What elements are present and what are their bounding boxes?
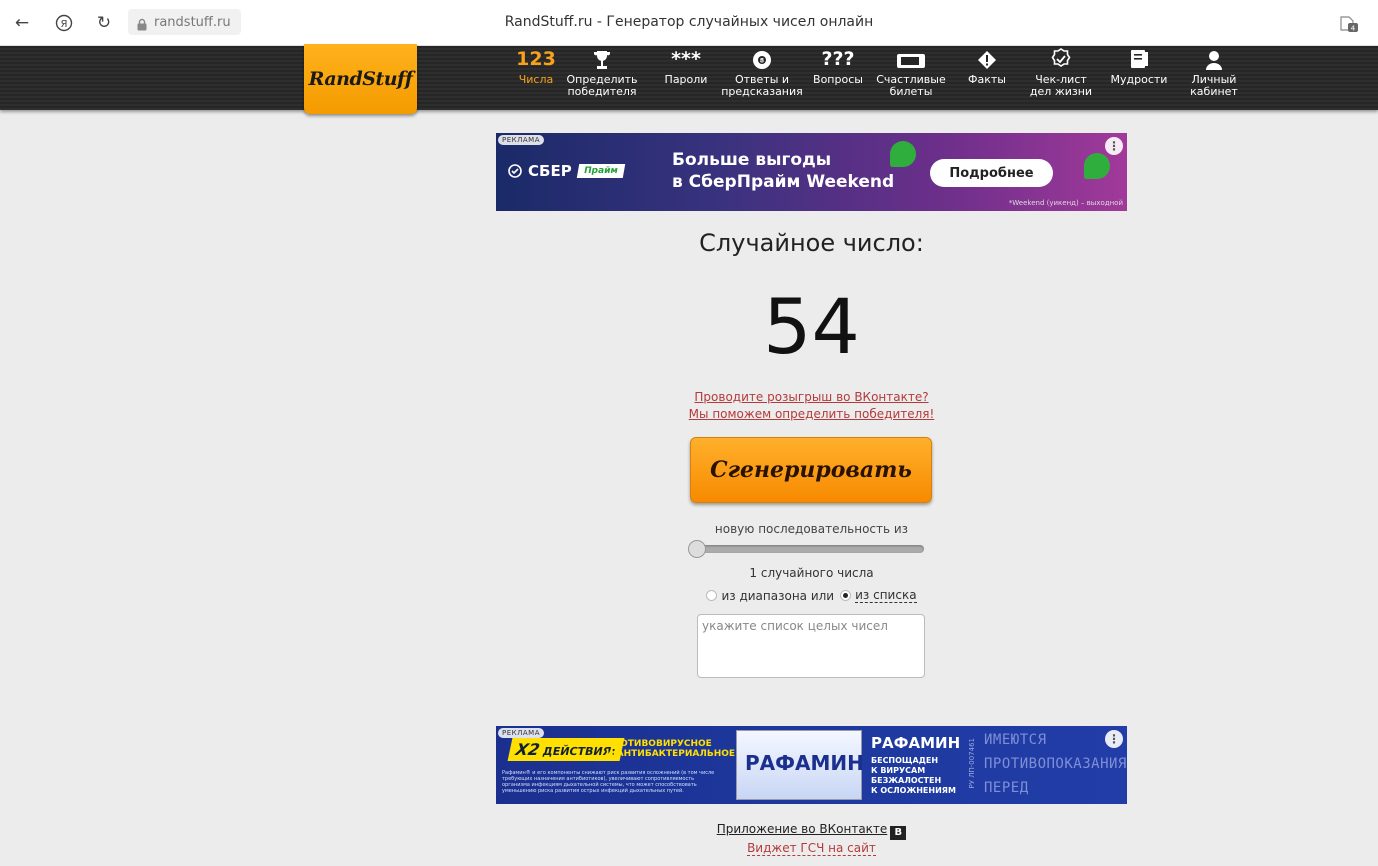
ad-brand: РАФАМИН (871, 734, 961, 752)
ad-decor-shape (1084, 153, 1110, 179)
magic-ball-icon: 8 (752, 46, 772, 70)
ad-note: *Weekend (уикенд) – выходной (1008, 199, 1123, 207)
mode-selector: из диапазона или из списка (496, 588, 1127, 603)
nav-tickets[interactable]: Счастливые билеты (876, 46, 946, 110)
site-logo[interactable]: RandStuff (304, 44, 417, 114)
ad-details-button[interactable]: Подробнее (930, 159, 1053, 187)
radio-range[interactable] (706, 590, 718, 601)
ad-warning: ИМЕЮТСЯ ПРОТИВОПОКАЗАНИЯ ПЕРЕД ПРИМЕНЕНИ… (984, 732, 1127, 796)
nav-facts[interactable]: Факты (962, 46, 1012, 110)
ad-banner-top[interactable]: РЕКЛАМА ⋮ СБЕР Прайм Больше выгоды в Сбе… (496, 133, 1127, 211)
nav-label: Счастливые билеты (876, 73, 946, 98)
nav-label: Мудрости (1110, 73, 1168, 86)
ad-slogan: БЕСПОЩАДЕН К ВИРУСАМ БЕЗЖАЛОСТЕН К ОСЛОЖ… (871, 756, 956, 795)
extension-icon[interactable]: 4 (1338, 13, 1360, 33)
nav-label: Факты (968, 73, 1006, 86)
vk-icon: В (890, 826, 907, 840)
numbers-icon: 123 (516, 48, 556, 70)
nav-label: Определить победителя (566, 73, 638, 98)
ticket-icon (896, 46, 926, 70)
address-bar[interactable]: randstuff.ru (128, 9, 241, 35)
site-navbar: 123 Числа Определить победителя *** Паро… (0, 46, 1378, 110)
slider-handle[interactable] (688, 540, 706, 558)
address-text: randstuff.ru (154, 14, 231, 30)
nav-label: Чек-лист дел жизни (1029, 73, 1093, 98)
sequence-label: новую последовательность из (714, 522, 909, 536)
nav-winner[interactable]: Определить победителя (566, 46, 638, 110)
nav-label: Ответы и предсказания (721, 73, 803, 98)
count-label: 1 случайного числа (749, 566, 874, 580)
generate-button[interactable]: Сгенерировать (690, 437, 932, 503)
count-slider[interactable] (688, 540, 924, 558)
widget-link[interactable]: Виджет ГСЧ на сайт (747, 841, 876, 856)
nav-label: Пароли (664, 73, 708, 86)
questions-icon: ??? (821, 48, 855, 70)
lock-icon (136, 16, 148, 30)
nav-label: Вопросы (813, 73, 863, 86)
mode-range-label[interactable]: из диапазона или (721, 589, 834, 603)
radio-list[interactable] (840, 590, 852, 601)
svg-text:Я: Я (61, 19, 68, 30)
ad-headline: ПРОТИВОВИРУСНОЕ И АНТИБАКТЕРИАЛЬНОЕ (606, 739, 736, 759)
trophy-icon (594, 46, 610, 70)
ad-banner-bottom[interactable]: РЕКЛАМА ⋮ X2 ДЕЙСТВИЯ: ПРОТИВОВИРУСНОЕ И… (496, 726, 1127, 804)
nav-account[interactable]: Личный кабинет (1186, 46, 1242, 110)
browser-toolbar: ← Я ↻ randstuff.ru RandStuff.ru - Генера… (0, 0, 1378, 46)
back-icon[interactable]: ← (10, 11, 34, 35)
asterisks-icon: *** (671, 48, 701, 70)
vk-winner-link[interactable]: Мы поможем определить победителя! (496, 407, 1127, 421)
number-list-input[interactable] (697, 614, 925, 678)
random-number: 54 (763, 282, 860, 371)
exclamation-icon (977, 46, 997, 70)
nav-questions[interactable]: ??? Вопросы (812, 46, 864, 110)
check-icon (1050, 46, 1072, 70)
nav-label: Личный кабинет (1190, 73, 1238, 98)
ad-menu-icon[interactable]: ⋮ (1105, 137, 1123, 155)
vk-app-row: Приложение во ВКонтакте В (496, 822, 1127, 840)
svg-text:4: 4 (1351, 25, 1356, 33)
book-icon (1128, 46, 1150, 70)
vk-app-link[interactable]: Приложение во ВКонтакте (717, 822, 888, 836)
nav-label: Числа (518, 73, 554, 86)
ad-headline: Больше выгоды в СберПрайм Weekend (672, 150, 895, 192)
ad-fine-print: Рафамин® и его компоненты снижают риск р… (502, 770, 715, 794)
yandex-icon[interactable]: Я (52, 11, 76, 35)
result-heading: Случайное число: (699, 229, 924, 257)
sber-check-icon (508, 164, 522, 178)
ad-registration: РУ ЛП-007461 (968, 738, 976, 789)
widget-row: Виджет ГСЧ на сайт (496, 841, 1127, 856)
svg-text:8: 8 (760, 58, 764, 65)
user-icon (1205, 46, 1223, 70)
nav-numbers[interactable]: 123 Числа (514, 46, 558, 110)
reload-icon[interactable]: ↻ (92, 11, 116, 35)
ad-decor-shape (890, 141, 916, 167)
nav-passwords[interactable]: *** Пароли (661, 46, 711, 110)
nav-checklist[interactable]: Чек-лист дел жизни (1030, 46, 1092, 110)
nav-answers[interactable]: 8 Ответы и предсказания (721, 46, 803, 110)
vk-giveaway-link[interactable]: Проводите розыгрыш во ВКонтакте? (496, 390, 1127, 404)
sber-logo: СБЕР Прайм (508, 162, 625, 180)
ad-badge: РЕКЛАМА (498, 728, 544, 738)
ad-badge: РЕКЛАМА (498, 135, 544, 145)
nav-wisdom[interactable]: Мудрости (1108, 46, 1170, 110)
mode-list-label[interactable]: из списка (855, 588, 917, 603)
product-package: РАФАМИН (736, 730, 864, 800)
